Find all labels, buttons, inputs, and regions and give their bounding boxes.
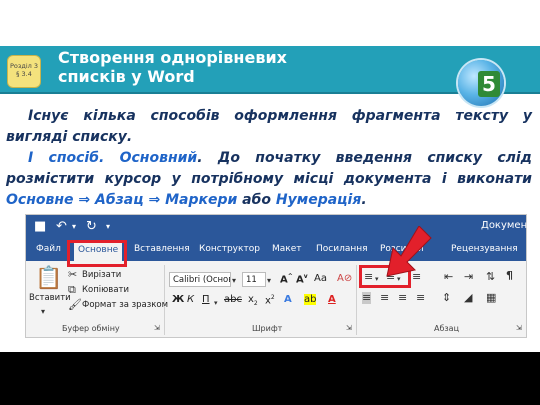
change-case-icon[interactable]: Aa	[314, 273, 327, 284]
shrink-font-icon[interactable]: Av	[296, 273, 308, 285]
paragraph-label: Абзац	[434, 324, 460, 333]
home-tab-highlight	[67, 240, 127, 267]
grow-font-icon[interactable]: A^	[280, 273, 293, 285]
paste-icon[interactable]: 📋	[35, 267, 62, 291]
bold-icon[interactable]: Ж	[172, 294, 184, 305]
font-name-combo[interactable]: Calibri (Основ	[169, 272, 231, 287]
conjunction: або	[237, 192, 276, 208]
title-line-2: списків у Word	[58, 67, 195, 86]
subscript-icon[interactable]: x2	[248, 294, 258, 307]
title-line-1: Створення однорівневих	[58, 48, 287, 67]
paste-button[interactable]: Вставити	[29, 293, 71, 303]
align-center-icon[interactable]: ≡	[380, 292, 389, 304]
italic-icon[interactable]: К	[187, 294, 194, 305]
paragraph-launcher-icon[interactable]: ⇲	[516, 322, 522, 334]
save-icon[interactable]: ■	[34, 219, 46, 235]
slide: Розділ 3 § 3.4 Створення однорівневих сп…	[0, 0, 540, 352]
method-lead: I спосіб. Основний	[28, 150, 198, 166]
decrease-indent-icon[interactable]: ⇤	[444, 271, 453, 283]
underline-icon[interactable]: П	[202, 294, 210, 305]
tab-review[interactable]: Рецензування	[451, 244, 518, 254]
copy-icon[interactable]: ⧉	[68, 284, 76, 296]
paragraph-2: I спосіб. Основний. До початку введення …	[6, 148, 532, 211]
clipboard-launcher-icon[interactable]: ⇲	[154, 322, 160, 334]
section-badge: Розділ 3 § 3.4	[7, 55, 41, 88]
superscript-icon[interactable]: x2	[265, 294, 275, 306]
globe-icon: 5	[458, 60, 504, 106]
clear-formatting-icon[interactable]: A⊘	[337, 273, 352, 284]
undo-icon[interactable]: ↶	[56, 219, 67, 235]
cut-icon[interactable]: ✂	[68, 269, 77, 281]
clipboard-group: 📋 Вставити ▾ ✂ Вирізати ⧉ Копіювати 🖌 Фо…	[26, 265, 168, 335]
document-title: Документ	[481, 220, 533, 231]
badge-paragraph: § 3.4	[16, 70, 32, 78]
paste-dropdown-icon[interactable]: ▾	[41, 306, 45, 318]
format-painter-icon[interactable]: 🖌	[68, 299, 82, 311]
tab-references[interactable]: Посилання	[316, 244, 368, 254]
word-window: ■ ↶ ▾ ↻ ▾ Документ Файл Основне Вставлен…	[25, 214, 533, 338]
sort-icon[interactable]: ⇅	[486, 271, 495, 283]
copy-button[interactable]: Копіювати	[82, 285, 129, 295]
tab-design[interactable]: Конструктор	[199, 244, 260, 254]
increase-indent-icon[interactable]: ⇥	[464, 271, 473, 283]
title-bar: ■ ↶ ▾ ↻ ▾ Документ	[26, 215, 533, 239]
customize-toolbar-icon[interactable]: ▾	[106, 219, 110, 235]
font-launcher-icon[interactable]: ⇲	[346, 322, 352, 334]
font-group: Calibri (Основ ▾ 11 ▾ A^ Av Aa A⊘ Ж К П …	[166, 265, 357, 335]
keyword-paragraph: Абзац	[95, 192, 144, 208]
font-size-dropdown-icon[interactable]: ▾	[267, 275, 271, 287]
font-size-combo[interactable]: 11	[242, 272, 266, 287]
font-color-icon[interactable]: A	[328, 294, 336, 305]
shading-icon[interactable]: ◢	[464, 292, 472, 304]
borders-icon[interactable]: ▦	[486, 292, 496, 304]
paragraph-1: Існує кілька способів оформлення фрагмен…	[6, 108, 532, 145]
body-text: Існує кілька способів оформлення фрагмен…	[6, 106, 532, 211]
font-name-dropdown-icon[interactable]: ▾	[232, 275, 236, 287]
line-spacing-icon[interactable]: ⇕	[442, 292, 451, 304]
keyword-numbering: Нумерація	[275, 192, 362, 208]
period: .	[361, 192, 367, 208]
text-effects-icon[interactable]: A	[284, 294, 292, 305]
strikethrough-icon[interactable]: abc	[224, 294, 242, 305]
format-painter-button[interactable]: Формат за зразком	[82, 300, 168, 310]
align-right-icon[interactable]: ≡	[398, 292, 407, 304]
highlight-color-icon[interactable]: ab	[304, 294, 317, 305]
keyword-bullets: Маркери	[165, 192, 238, 208]
arrow-1: ⇒	[78, 192, 91, 208]
grade-number: 5	[478, 71, 500, 97]
badge-section: Розділ 3	[9, 62, 38, 70]
tab-insert[interactable]: Вставлення	[134, 244, 190, 254]
underline-dropdown-icon[interactable]: ▾	[214, 297, 218, 309]
show-marks-icon[interactable]: ¶	[506, 270, 513, 282]
tab-layout[interactable]: Макет	[272, 244, 302, 254]
cut-button[interactable]: Вирізати	[82, 270, 121, 280]
slide-title: Створення однорівневих списків у Word	[58, 48, 287, 86]
red-arrow-icon	[386, 226, 432, 277]
tab-file[interactable]: Файл	[36, 244, 61, 254]
align-left-icon[interactable]: ≡	[362, 292, 372, 304]
redo-icon[interactable]: ↻	[86, 219, 97, 235]
keyword-home: Основне	[6, 192, 74, 208]
font-label: Шрифт	[252, 324, 283, 333]
clipboard-label: Буфер обміну	[62, 324, 120, 333]
undo-dropdown-icon[interactable]: ▾	[72, 219, 76, 235]
arrow-2: ⇒	[148, 192, 161, 208]
justify-icon[interactable]: ≡	[416, 292, 425, 304]
